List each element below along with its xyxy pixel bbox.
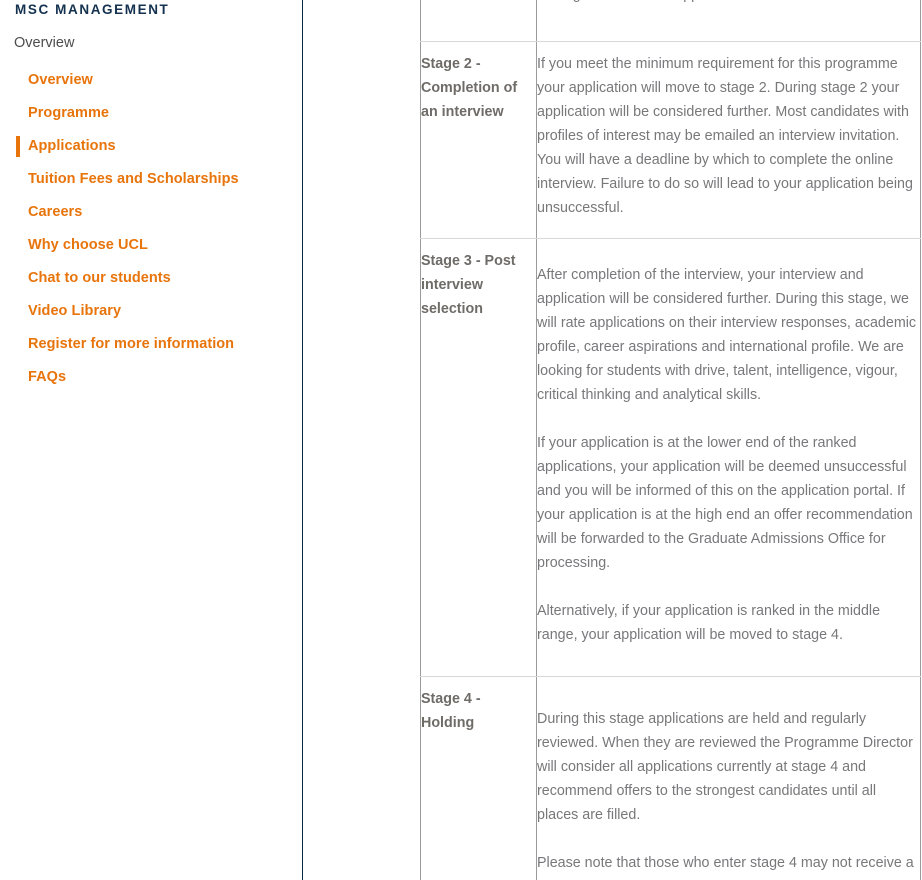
stage-description-paragraph: Alternatively, if your application is ra…	[537, 603, 881, 643]
application-stages-table-body: averages to measure applicants' current …	[420, 0, 921, 880]
stage-label: Stage 2 - Completion of an interview	[421, 56, 518, 120]
sidebar-nav-list: Overview Programme Applications Tuition Fee…	[0, 64, 302, 394]
application-stages-table-wrapper: averages to measure applicants' current …	[420, 0, 922, 880]
stage-description-paragraph: After completion of the interview, your …	[537, 267, 917, 403]
sidebar-item-tuition-fees-and-scholarships[interactable]: Tuition Fees and Scholarships	[0, 163, 302, 196]
active-indicator-bar	[16, 136, 20, 157]
sidebar-item-applications[interactable]: Applications	[0, 130, 302, 163]
stage-label-cell: Stage 3 - Post interview selection	[420, 238, 537, 677]
sidebar-item-label[interactable]: Video Library	[28, 295, 121, 328]
sidebar-item-label[interactable]: Careers	[28, 196, 82, 229]
sidebar-item-label[interactable]: Programme	[28, 97, 109, 130]
sidebar-item-label[interactable]: Why choose UCL	[28, 229, 148, 262]
sidebar-item-label[interactable]: FAQs	[28, 361, 66, 394]
stage-label-cell: Stage 4 - Holding	[420, 676, 537, 880]
sidebar-item-label[interactable]: Register for more information	[28, 328, 234, 361]
stage-description-cell: During this stage applications are held …	[536, 676, 921, 880]
stage-label-cell: Stage 2 - Completion of an interview	[420, 41, 537, 239]
sidebar-item-video-library[interactable]: Video Library	[0, 295, 302, 328]
stage-description-paragraph: During this stage applications are held …	[537, 711, 913, 823]
stage-label-cell	[420, 0, 537, 42]
table-row: averages to measure applicants' current …	[420, 0, 921, 42]
sidebar-item-faqs[interactable]: FAQs	[0, 361, 302, 394]
stage-description-paragraph: Please note that those who enter stage 4…	[537, 855, 914, 880]
table-row: Stage 2 - Completion of an interview If y…	[420, 41, 921, 239]
sidebar: MSC MANAGEMENT Overview Overview Programm…	[0, 0, 302, 880]
stage-description-paragraph: If you meet the minimum requirement for …	[537, 56, 913, 216]
stage-description-cell: averages to measure applicants' current …	[536, 0, 921, 42]
stage-description-paragraph: averages to measure applicants' current …	[537, 0, 920, 7]
sidebar-title: MSC MANAGEMENT	[15, 2, 170, 17]
stage-description-cell: After completion of the interview, your …	[536, 238, 921, 677]
stage-description-cell: If you meet the minimum requirement for …	[536, 41, 921, 239]
sidebar-item-label[interactable]: Applications	[28, 130, 116, 163]
content-gutter	[303, 0, 420, 880]
page-root: MSC MANAGEMENT Overview Overview Programm…	[0, 0, 922, 880]
stage-description-paragraph: If your application is at the lower end …	[537, 435, 913, 571]
application-stages-table: averages to measure applicants' current …	[420, 0, 921, 880]
sidebar-item-overview[interactable]: Overview	[0, 64, 302, 97]
stage-label: Stage 3 - Post interview selection	[421, 253, 516, 317]
table-row: Stage 4 - Holding During this stage appli…	[420, 676, 921, 880]
sidebar-item-careers[interactable]: Careers	[0, 196, 302, 229]
sidebar-section-label: Overview	[14, 35, 75, 51]
sidebar-item-label[interactable]: Tuition Fees and Scholarships	[28, 163, 239, 196]
sidebar-item-why-choose-ucl[interactable]: Why choose UCL	[0, 229, 302, 262]
sidebar-item-register-for-more-information[interactable]: Register for more information	[0, 328, 302, 361]
sidebar-item-chat-to-our-students[interactable]: Chat to our students	[0, 262, 302, 295]
table-row: Stage 3 - Post interview selection After …	[420, 238, 921, 677]
sidebar-item-programme[interactable]: Programme	[0, 97, 302, 130]
stage-label: Stage 4 - Holding	[421, 691, 481, 731]
sidebar-item-label[interactable]: Chat to our students	[28, 262, 171, 295]
sidebar-item-label[interactable]: Overview	[28, 64, 93, 97]
